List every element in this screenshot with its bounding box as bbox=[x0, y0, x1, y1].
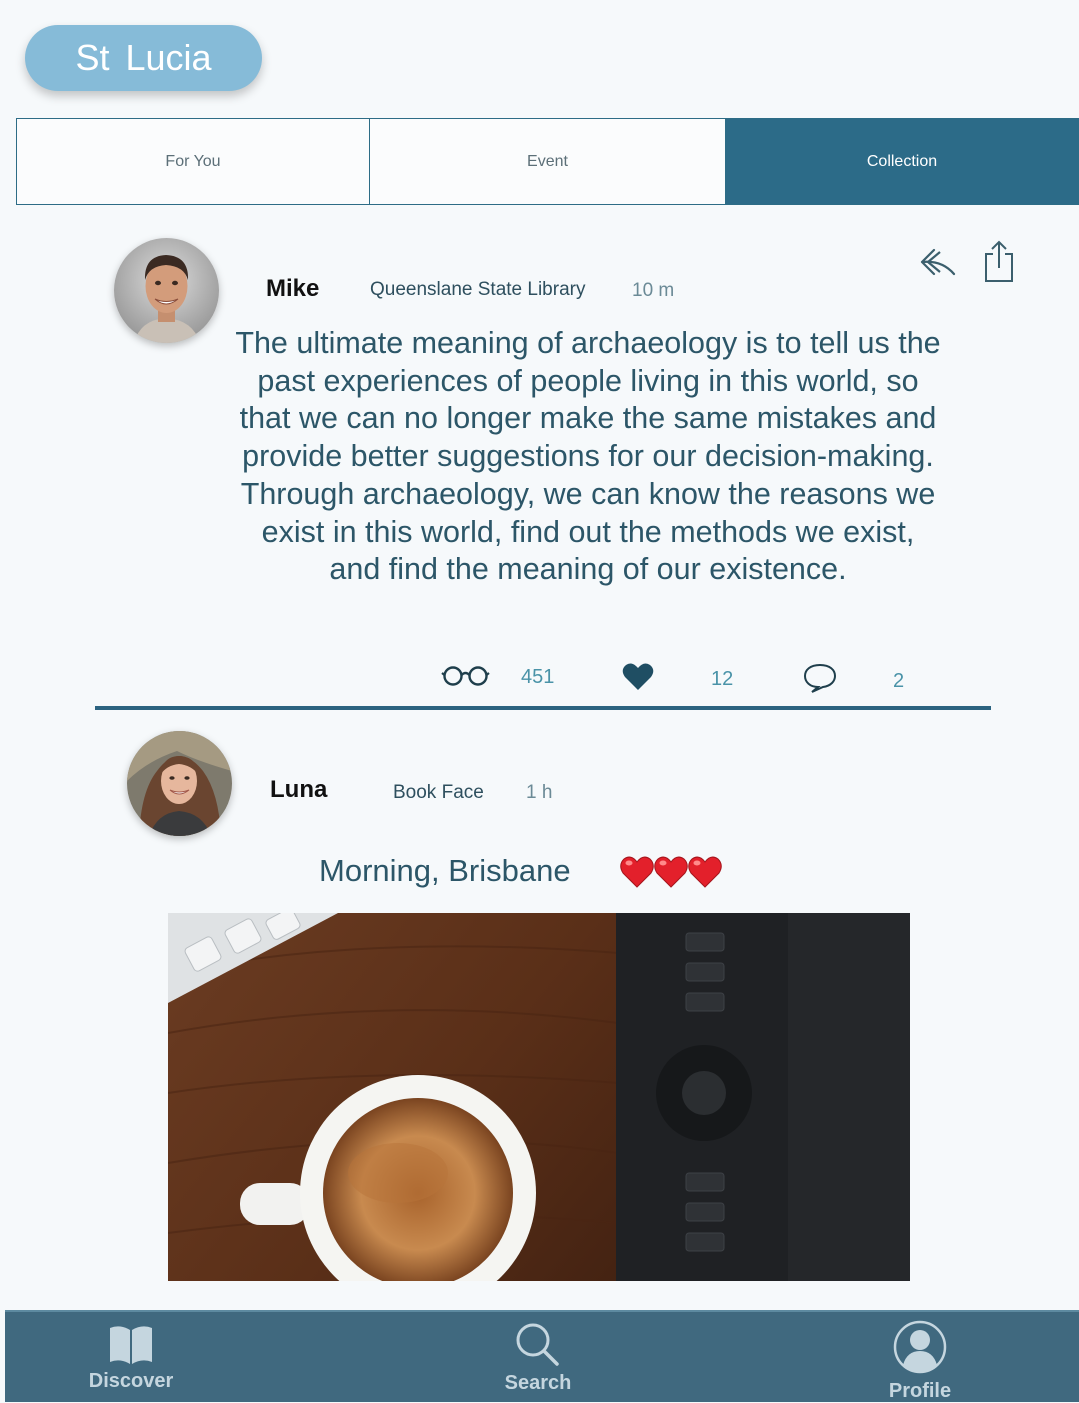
nav-profile[interactable]: Profile bbox=[877, 1320, 963, 1403]
tab-collection[interactable]: Collection bbox=[726, 119, 1078, 204]
nav-discover[interactable]: Discover bbox=[83, 1324, 179, 1393]
post-caption: Morning, Brisbane bbox=[319, 853, 571, 888]
feed-tabs: For You Event Collection bbox=[16, 118, 1079, 205]
post-time: 1 h bbox=[526, 782, 553, 803]
post-username[interactable]: Luna bbox=[270, 776, 327, 804]
book-icon bbox=[110, 1326, 152, 1364]
hearts-emoji bbox=[620, 856, 722, 888]
comment-icon[interactable] bbox=[802, 662, 838, 694]
tab-event[interactable]: Event bbox=[370, 119, 726, 204]
post-body: The ultimate meaning of archaeology is t… bbox=[235, 326, 941, 587]
comments-count: 2 bbox=[893, 670, 905, 692]
post-source[interactable]: Queenslane State Library bbox=[370, 279, 585, 301]
bottom-nav: Discover Search Profile bbox=[5, 1310, 1079, 1402]
avatar-mike[interactable] bbox=[114, 238, 219, 343]
profile-icon bbox=[893, 1320, 947, 1374]
nav-discover-label: Discover bbox=[88, 1370, 174, 1392]
post-time: 10 m bbox=[632, 280, 675, 301]
post-photo[interactable] bbox=[168, 913, 910, 1281]
reply-icon[interactable] bbox=[918, 244, 960, 280]
nav-search-label: Search bbox=[504, 1372, 572, 1394]
share-icon[interactable] bbox=[982, 240, 1016, 284]
like-icon[interactable] bbox=[622, 662, 654, 691]
likes-count: 12 bbox=[711, 668, 734, 690]
post-source[interactable]: Book Face bbox=[393, 782, 484, 804]
post-username[interactable]: Mike bbox=[266, 275, 319, 303]
location-button[interactable]: St Lucia bbox=[25, 25, 262, 91]
tab-for-you[interactable]: For You bbox=[17, 119, 370, 204]
avatar-luna[interactable] bbox=[127, 731, 232, 836]
nav-profile-label: Profile bbox=[888, 1380, 952, 1402]
views-count: 451 bbox=[521, 666, 555, 688]
post-divider bbox=[95, 706, 991, 710]
nav-search[interactable]: Search bbox=[495, 1322, 581, 1395]
search-icon bbox=[516, 1323, 559, 1366]
views-icon bbox=[441, 666, 490, 686]
